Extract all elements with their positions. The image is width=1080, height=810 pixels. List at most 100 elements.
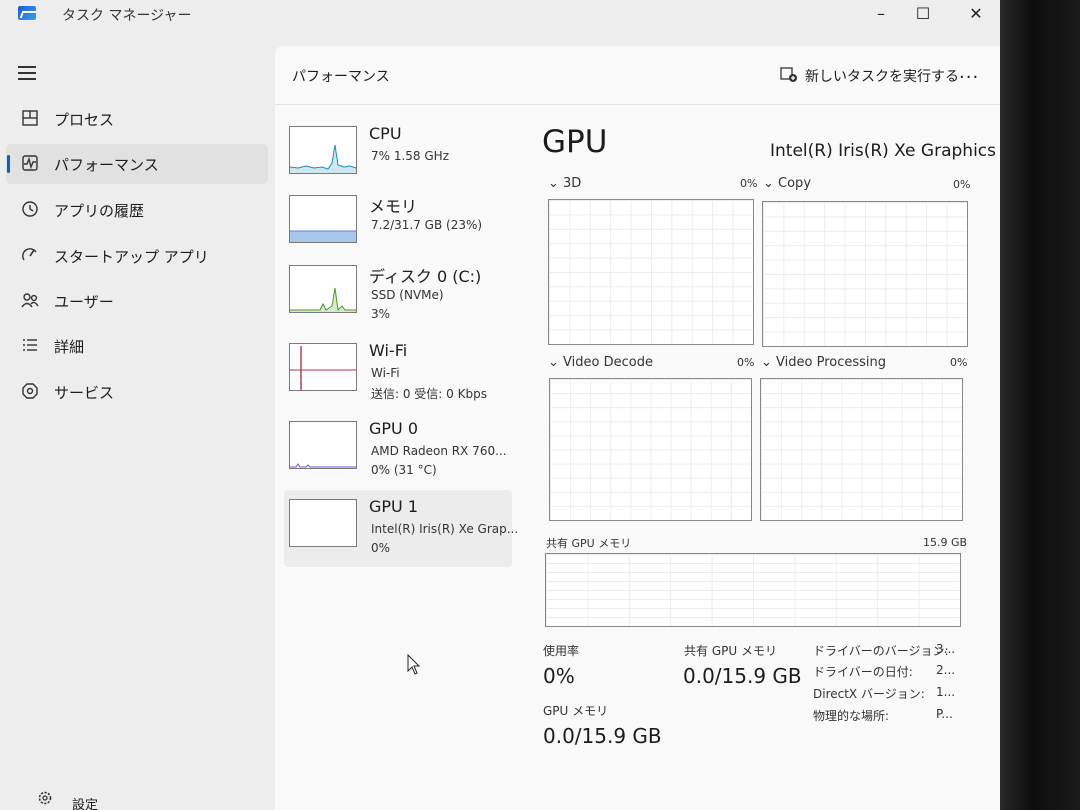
device-gpu-0[interactable]: GPU 0 AMD Radeon RX 760... 0% (31 °C) (284, 412, 512, 489)
task-manager-window: タスク マネージャー – ☐ ✕ プロセス パフォーマンス アプリの履歴 スター… (0, 0, 1000, 810)
nav-label-processes: プロセス (54, 111, 115, 129)
dedicated-memory-value: 0.0/15.9 GB (543, 724, 662, 748)
physical-location-value: P... (936, 707, 953, 721)
monitor-bezel (1000, 0, 1080, 810)
device-name: メモリ (369, 197, 418, 216)
graph-video-decode (549, 378, 752, 521)
driver-date-value: 2... (936, 663, 956, 677)
navigation-pane: プロセス パフォーマンス アプリの履歴 スタートアップ アプリ ユーザー 詳細 … (0, 40, 275, 810)
nav-label-details: 詳細 (54, 338, 85, 356)
nav-item-performance[interactable]: パフォーマンス (6, 144, 268, 184)
nav-item-processes[interactable]: プロセス (6, 99, 268, 139)
nav-label-performance: パフォーマンス (54, 156, 159, 174)
wifi-thumbnail-graph (289, 343, 357, 391)
device-name: GPU 0 (369, 419, 419, 438)
device-name: ディスク 0 (C:) (369, 267, 482, 286)
engine-label: 3D (563, 176, 582, 191)
driver-version-label: ドライバーのバージョン: (813, 644, 949, 658)
graph-copy (762, 201, 968, 347)
hamburger-menu-icon[interactable] (18, 66, 36, 84)
users-icon (20, 291, 40, 311)
gpu-model-name: Intel(R) Iris(R) Xe Graphics (770, 141, 996, 161)
device-sub2: 3% (371, 307, 391, 321)
disk-thumbnail-graph (289, 265, 357, 313)
nav-label-users: ユーザー (54, 293, 114, 311)
device-sub2: 0% (31 °C) (371, 463, 437, 477)
processes-icon (20, 109, 40, 129)
engine-dropdown-copy[interactable]: ⌄ Copy (763, 176, 811, 191)
gpu0-thumbnail-graph (289, 421, 357, 469)
engine-pct-3d: 0% (740, 177, 758, 190)
driver-version-value: 3... (936, 642, 956, 656)
details-icon (20, 336, 40, 356)
device-sub: Intel(R) Iris(R) Xe Grap... (371, 522, 519, 536)
nav-item-services[interactable]: サービス (6, 372, 268, 412)
shared-memory-label: 共有 GPU メモリ (684, 644, 777, 658)
memory-thumbnail-graph (289, 195, 357, 243)
device-name: GPU 1 (369, 497, 419, 516)
device-sub2: 0% (371, 541, 391, 555)
services-icon (20, 382, 40, 402)
minimize-button[interactable]: – (858, 0, 904, 26)
run-new-task-button[interactable]: 新しいタスクを実行する (805, 66, 959, 86)
mouse-pointer-icon (407, 653, 421, 680)
device-wifi[interactable]: Wi-Fi Wi-Fi 送信: 0 受信: 0 Kbps (284, 334, 512, 411)
graph-3d (548, 199, 754, 345)
device-sub: 7.2/31.7 GB (23%) (371, 218, 483, 232)
engine-label: Copy (778, 176, 812, 191)
nav-item-app-history[interactable]: アプリの履歴 (6, 190, 268, 230)
engine-pct-video-processing: 0% (950, 356, 968, 369)
maximize-button[interactable]: ☐ (900, 0, 946, 26)
detail-title: GPU (542, 124, 608, 160)
gear-icon[interactable] (36, 790, 54, 808)
device-sub: SSD (NVMe) (371, 288, 444, 302)
nav-label-app-history: アプリの履歴 (54, 202, 145, 220)
title-bar: タスク マネージャー – ☐ ✕ (0, 0, 1000, 40)
device-disk[interactable]: ディスク 0 (C:) SSD (NVMe) 3% (284, 256, 512, 333)
device-name: CPU (369, 124, 402, 143)
engine-dropdown-3d[interactable]: ⌄ 3D (548, 176, 581, 191)
device-cpu[interactable]: CPU 7% 1.58 GHz (284, 117, 512, 194)
nav-item-startup-apps[interactable]: スタートアップ アプリ (6, 236, 268, 276)
run-task-icon (780, 67, 797, 82)
engine-label: Video Decode (563, 355, 653, 370)
close-button[interactable]: ✕ (953, 0, 999, 26)
shared-memory-graph-max: 15.9 GB (923, 536, 968, 549)
graph-video-processing (760, 378, 963, 521)
shared-memory-graph-label: 共有 GPU メモリ (546, 537, 632, 550)
usage-label: 使用率 (543, 644, 580, 658)
nav-label-startup-apps: スタートアップ アプリ (54, 248, 209, 266)
shared-memory-value: 0.0/15.9 GB (683, 664, 802, 688)
engine-dropdown-video-processing[interactable]: ⌄ Video Processing (761, 355, 886, 370)
engine-pct-copy: 0% (953, 178, 971, 191)
performance-icon (20, 154, 40, 174)
device-name: Wi-Fi (369, 341, 408, 360)
performance-panel: パフォーマンス 新しいタスクを実行する ... CPU 7% 1.58 GHz … (275, 46, 1000, 810)
shared-memory-graph (545, 553, 961, 627)
engine-dropdown-video-decode[interactable]: ⌄ Video Decode (548, 355, 653, 370)
startup-icon (20, 246, 40, 266)
device-sub: Wi-Fi (371, 366, 400, 380)
nav-item-details[interactable]: 詳細 (6, 326, 268, 366)
gpu1-thumbnail-graph (289, 499, 357, 547)
more-options-button[interactable]: ... (959, 62, 979, 83)
dedicated-memory-label: GPU メモリ (543, 704, 609, 718)
directx-version-label: DirectX バージョン: (813, 687, 925, 701)
engine-pct-video-decode: 0% (737, 356, 755, 369)
history-icon (20, 200, 40, 220)
driver-date-label: ドライバーの日付: (813, 665, 913, 679)
nav-item-users[interactable]: ユーザー (6, 281, 268, 321)
device-sub2: 送信: 0 受信: 0 Kbps (371, 387, 487, 401)
device-gpu-1[interactable]: GPU 1 Intel(R) Iris(R) Xe Grap... 0% (284, 490, 518, 567)
settings-label[interactable]: 設定 (72, 794, 98, 810)
content-header: パフォーマンス 新しいタスクを実行する ... (275, 46, 1000, 105)
device-sub: 7% 1.58 GHz (371, 149, 450, 163)
usage-value: 0% (543, 664, 575, 688)
physical-location-label: 物理的な場所: (813, 709, 890, 723)
task-manager-app-icon (18, 6, 36, 20)
device-sub: AMD Radeon RX 760... (371, 444, 507, 458)
cpu-thumbnail-graph (289, 126, 357, 174)
device-memory[interactable]: メモリ 7.2/31.7 GB (23%) (284, 186, 512, 263)
engine-label: Video Processing (776, 355, 887, 370)
nav-label-services: サービス (54, 384, 115, 402)
